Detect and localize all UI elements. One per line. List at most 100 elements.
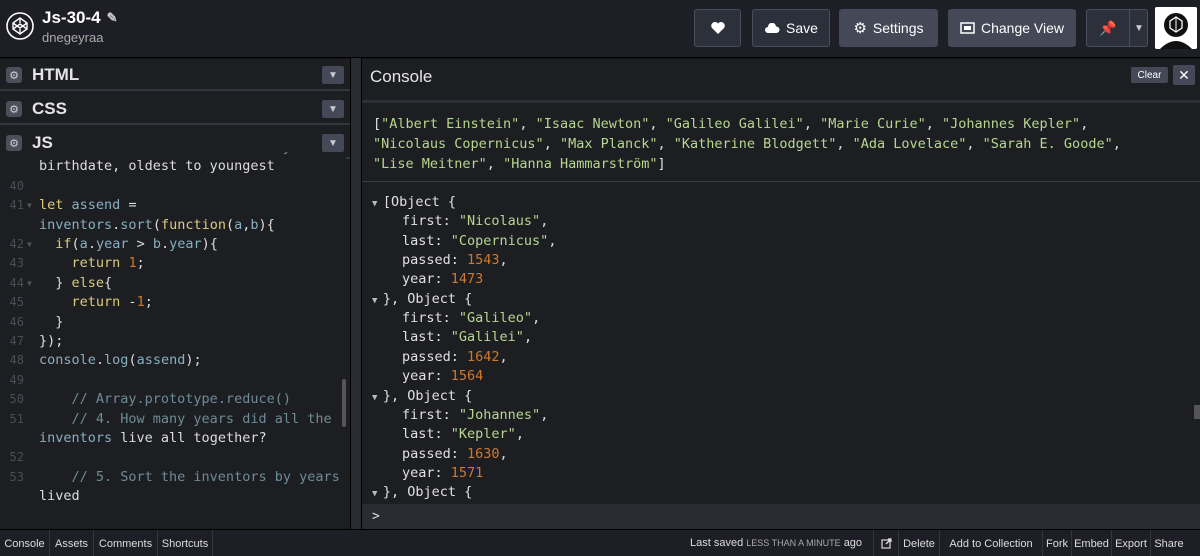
footer-tab-comments[interactable]: Comments <box>94 530 158 556</box>
property-value: 1630 <box>467 445 500 462</box>
gear-icon[interactable]: ⚙ <box>6 135 22 151</box>
js-code-editor[interactable]: 39 // 3. Sort the inventors bybirthdate,… <box>0 152 346 529</box>
code-text: return -1; <box>71 294 153 311</box>
saved-time: LESS THAN A MINUTE <box>746 538 841 548</box>
footer-action-export[interactable]: Export <box>1111 530 1150 556</box>
chevron-down-icon[interactable]: ▼ <box>322 66 344 84</box>
expand-triangle-icon[interactable]: ▼ <box>372 393 383 403</box>
property-value: 1642 <box>467 348 500 365</box>
js-panel-label: JS <box>32 133 53 152</box>
line-number: 45 <box>9 295 24 310</box>
footer-action-embed[interactable]: Embed <box>1071 530 1111 556</box>
pen-title[interactable]: Js-30-4 ✎ <box>42 8 118 28</box>
property-value: 1564 <box>450 368 484 385</box>
footer-tab-console[interactable]: Console <box>0 530 50 556</box>
property-value: 1571 <box>450 464 484 481</box>
settings-button[interactable]: ⚙ Settings <box>839 9 938 47</box>
expand-triangle-icon[interactable]: ▼ <box>372 489 383 499</box>
chevron-down-icon[interactable]: ▼ <box>1129 10 1148 46</box>
string-value: "Hanna Hammarström" <box>503 156 658 172</box>
code-text: // 4. How many years did all the <box>39 410 332 427</box>
property-value: "Copernicus" <box>450 232 549 249</box>
line-number: 43 <box>9 256 24 271</box>
chevron-down-icon[interactable]: ▼ <box>322 100 344 118</box>
line-number: 50 <box>9 392 24 407</box>
line-number: 41 <box>9 198 24 213</box>
object-lead-text: [Object { <box>382 194 456 210</box>
console-prompt: > <box>372 509 380 524</box>
console-output: ["Albert Einstein", "Isaac Newton", "Gal… <box>362 106 1200 504</box>
codepen-logo-icon[interactable] <box>6 12 34 40</box>
fold-arrow-icon[interactable]: ▼ <box>27 196 32 215</box>
object-property: passed: 1543, <box>402 252 508 269</box>
property-key: passed: <box>402 348 468 365</box>
clear-console-button[interactable]: Clear <box>1131 67 1168 83</box>
pen-title-block: Js-30-4 ✎ dnegeyraa <box>42 8 118 45</box>
property-key: last: <box>402 426 451 443</box>
expand-triangle-icon[interactable]: ▼ <box>372 199 383 209</box>
heart-button[interactable] <box>694 9 741 47</box>
line-number: 42 <box>9 237 24 251</box>
footer-action-add-to-collection[interactable]: Add to Collection <box>939 530 1042 556</box>
console-panel: Console Clear ✕ ["Albert Einstein", "Isa… <box>362 59 1200 529</box>
footer-tab-shortcuts[interactable]: Shortcuts <box>158 530 213 556</box>
object-lead-text: }, Object { <box>382 290 473 307</box>
code-text: if(a.year > b.year){ <box>55 236 218 252</box>
footer-tab-assets[interactable]: Assets <box>50 530 94 556</box>
fold-arrow-icon[interactable]: ▼ <box>27 235 32 254</box>
gear-icon[interactable]: ⚙ <box>6 101 22 117</box>
console-input[interactable]: > <box>362 504 1200 529</box>
code-text: // 3. Sort the inventors by <box>39 152 291 157</box>
string-value: "Katherine Blodgett" <box>673 136 837 152</box>
property-key: passed: <box>402 252 468 269</box>
pen-title-text[interactable]: Js-30-4 <box>42 8 101 28</box>
string-value: "Galileo Galilei" <box>665 116 804 132</box>
change-view-button[interactable]: Change View <box>948 9 1076 47</box>
string-value: "Isaac Newton" <box>535 116 650 132</box>
object-header[interactable]: ▼ }, Object { <box>372 387 472 406</box>
console-header: Console Clear ✕ <box>362 59 1200 103</box>
string-value: "Nicolaus Copernicus" <box>373 136 544 152</box>
fold-arrow-icon[interactable]: ▼ <box>27 274 32 293</box>
footer-action-share[interactable]: Share <box>1150 530 1187 556</box>
pencil-icon[interactable]: ✎ <box>107 10 118 26</box>
punctuation: ] <box>657 156 666 172</box>
punctuation: , <box>519 116 536 132</box>
close-icon[interactable]: ✕ <box>1173 65 1195 85</box>
punctuation: , <box>1112 136 1121 152</box>
object-header[interactable]: ▼ [Object { <box>372 193 456 212</box>
css-panel-header[interactable]: ⚙ CSS ▼ <box>0 95 350 125</box>
pen-author[interactable]: dnegeyraa <box>42 30 118 45</box>
code-text: inventors.sort(function(a,b){ <box>39 216 275 233</box>
expand-triangle-icon[interactable]: ▼ <box>372 296 383 306</box>
code-text: inventors live all together? <box>39 430 267 446</box>
console-scrollbar[interactable] <box>1194 405 1200 419</box>
pin-button[interactable]: 📌 ▼ <box>1086 9 1148 47</box>
line-number: 48 <box>9 353 24 368</box>
css-panel-label: CSS <box>32 99 67 118</box>
property-value: 1543 <box>467 252 500 269</box>
property-key: first: <box>402 406 459 423</box>
object-property: first: "Johannes", <box>402 406 549 423</box>
object-property: year: 1571 <box>402 464 483 483</box>
external-link-icon[interactable] <box>873 530 898 556</box>
editor-scrollbar[interactable] <box>342 379 346 427</box>
object-property: first: "Galileo", <box>402 310 541 327</box>
footer: Last saved LESS THAN A MINUTE ago Consol… <box>0 529 1200 556</box>
object-header[interactable]: ▼ }, Object { <box>372 290 472 309</box>
chevron-down-icon[interactable]: ▼ <box>322 134 344 152</box>
html-panel-header[interactable]: ⚙ HTML ▼ <box>0 61 350 91</box>
property-key: first: <box>402 310 459 327</box>
object-property: passed: 1642, <box>402 348 508 365</box>
object-property: last: "Copernicus", <box>402 232 557 249</box>
footer-action-fork[interactable]: Fork <box>1042 530 1071 556</box>
line-number: 47 <box>9 334 24 348</box>
user-avatar[interactable] <box>1155 7 1197 49</box>
gear-icon[interactable]: ⚙ <box>6 67 22 83</box>
code-text: // 5. Sort the inventors by years <box>39 468 340 485</box>
pane-resizer[interactable] <box>350 58 362 529</box>
object-header[interactable]: ▼ }, Object { <box>372 483 472 502</box>
footer-action-delete[interactable]: Delete <box>898 530 939 556</box>
save-button[interactable]: Save <box>752 9 830 47</box>
property-value: 1473 <box>450 271 484 288</box>
